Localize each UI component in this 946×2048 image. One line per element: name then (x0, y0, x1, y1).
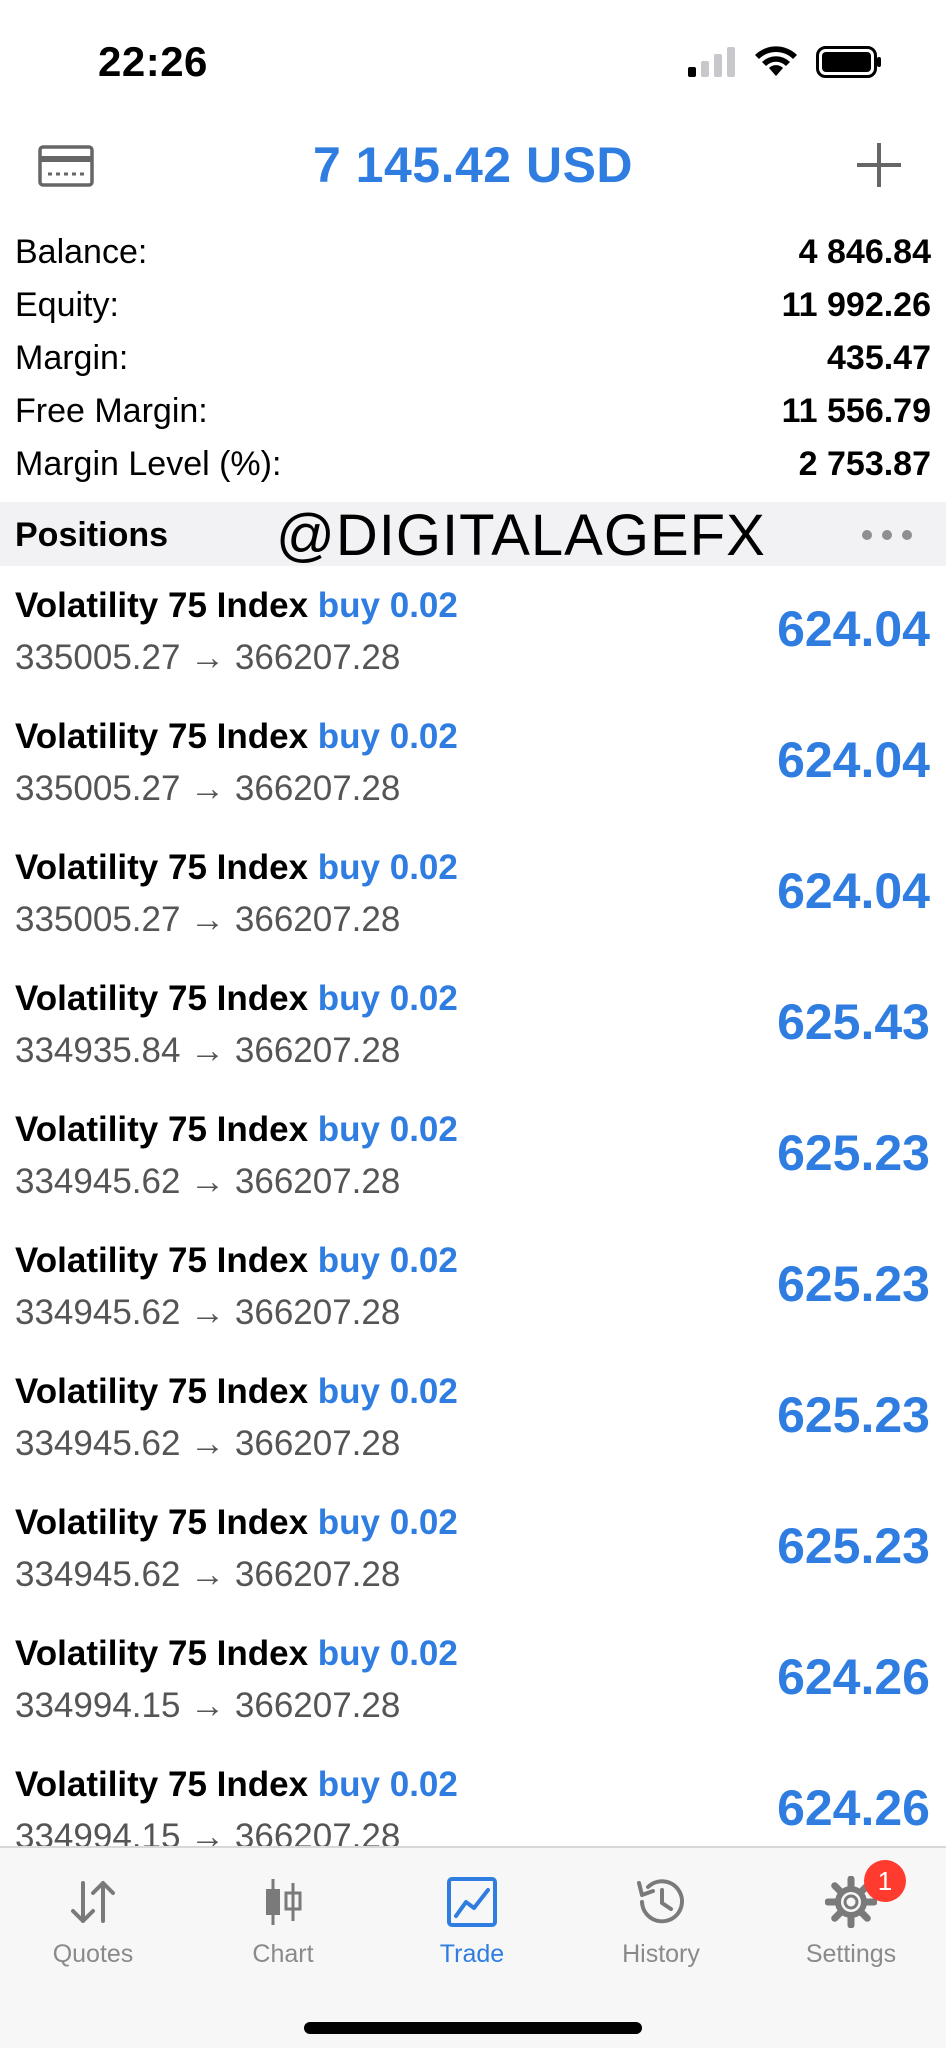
position-symbol: Volatility 75 Index (15, 1372, 309, 1411)
quotes-arrows-icon (71, 1881, 115, 1923)
tab-history[interactable]: History (586, 1872, 736, 1969)
floating-profit-title: 7 145.42 USD (312, 137, 634, 193)
position-prices: 335005.27 → 366207.28 (15, 769, 401, 808)
status-time: 22:26 (98, 38, 208, 85)
position-symbol: Volatility 75 Index (15, 717, 309, 756)
position-profit: 624.26 (777, 1649, 930, 1705)
balance-value: 4 846.84 (798, 233, 931, 271)
position-row[interactable]: Volatility 75 Index buy 0.02 335005.27 →… (0, 697, 946, 828)
position-prices: 334994.15 → 366207.28 (15, 1686, 401, 1725)
position-symbol: Volatility 75 Index (15, 1503, 309, 1542)
position-symbol: Volatility 75 Index (15, 1634, 309, 1673)
positions-label: Positions (15, 516, 169, 554)
margin-level-value: 2 753.87 (798, 445, 931, 483)
tab-history-label: History (622, 1940, 700, 1968)
balance-label: Balance: (15, 233, 148, 271)
balance-row: Balance: 4 846.84 (0, 226, 946, 279)
position-row[interactable]: Volatility 75 Index buy 0.02 334994.15 →… (0, 1745, 946, 1846)
wifi-icon (755, 46, 797, 76)
position-prices: 334935.84 → 366207.28 (15, 1031, 401, 1070)
position-side: buy 0.02 (317, 1372, 458, 1411)
candlestick-icon (266, 1879, 302, 1925)
notification-badge: 1 (864, 1860, 906, 1902)
margin-row: Margin: 435.47 (0, 332, 946, 385)
tab-chart-label: Chart (252, 1940, 314, 1968)
position-row[interactable]: Volatility 75 Index buy 0.02 334945.62 →… (0, 1090, 946, 1221)
tab-chart[interactable]: Chart (208, 1872, 358, 1969)
position-row[interactable]: Volatility 75 Index buy 0.02 335005.27 →… (0, 566, 946, 697)
bottom-tab-bar: Quotes Chart Trade History Settings 1 (0, 1846, 946, 2048)
position-side: buy 0.02 (317, 848, 458, 887)
position-prices: 334994.15 → 366207.28 (15, 1817, 401, 1846)
position-profit: 625.43 (777, 994, 930, 1050)
more-options-icon[interactable] (862, 530, 912, 540)
margin-label: Margin: (15, 339, 129, 377)
position-side: buy 0.02 (317, 1503, 458, 1542)
battery-icon (816, 46, 881, 78)
position-row[interactable]: Volatility 75 Index buy 0.02 334945.62 →… (0, 1352, 946, 1483)
tab-settings-label: Settings (805, 1940, 897, 1968)
position-symbol: Volatility 75 Index (15, 586, 309, 625)
position-side: buy 0.02 (317, 979, 458, 1018)
position-profit: 624.04 (777, 732, 930, 788)
positions-list: Volatility 75 Index buy 0.02 335005.27 →… (0, 566, 946, 1846)
position-profit: 625.23 (777, 1256, 930, 1312)
position-prices: 334945.62 → 366207.28 (15, 1293, 401, 1332)
position-row[interactable]: Volatility 75 Index buy 0.02 334945.62 →… (0, 1483, 946, 1614)
equity-label: Equity: (15, 286, 119, 324)
home-indicator (304, 2022, 642, 2034)
status-icons (686, 46, 882, 78)
equity-value: 11 992.26 (781, 286, 931, 324)
position-profit: 624.04 (777, 601, 930, 657)
position-side: buy 0.02 (317, 717, 458, 756)
position-profit: 624.26 (777, 1780, 930, 1836)
account-header: 7 145.42 USD (0, 128, 946, 208)
position-prices: 335005.27 → 366207.28 (15, 900, 401, 939)
margin-value: 435.47 (827, 339, 931, 377)
equity-row: Equity: 11 992.26 (0, 279, 946, 332)
free-margin-value: 11 556.79 (781, 392, 931, 430)
position-side: buy 0.02 (317, 586, 458, 625)
position-row[interactable]: Volatility 75 Index buy 0.02 334994.15 →… (0, 1614, 946, 1745)
trade-chart-icon (447, 1877, 497, 1927)
free-margin-row: Free Margin: 11 556.79 (0, 385, 946, 438)
position-side: buy 0.02 (317, 1110, 458, 1149)
position-prices: 334945.62 → 366207.28 (15, 1555, 401, 1594)
position-symbol: Volatility 75 Index (15, 1765, 309, 1804)
position-side: buy 0.02 (317, 1634, 458, 1673)
position-symbol: Volatility 75 Index (15, 979, 309, 1018)
position-profit: 625.23 (777, 1387, 930, 1443)
free-margin-label: Free Margin: (15, 392, 208, 430)
position-profit: 625.23 (777, 1518, 930, 1574)
position-side: buy 0.02 (317, 1241, 458, 1280)
watermark-text: @DIGITALAGEFX (276, 503, 766, 568)
tab-quotes[interactable]: Quotes (18, 1872, 168, 1969)
tab-settings[interactable]: Settings 1 (776, 1860, 926, 1969)
add-order-plus-icon[interactable] (854, 140, 904, 190)
tab-trade[interactable]: Trade (397, 1872, 547, 1969)
position-side: buy 0.02 (317, 1765, 458, 1804)
position-prices: 334945.62 → 366207.28 (15, 1162, 401, 1201)
position-profit: 625.23 (777, 1125, 930, 1181)
position-row[interactable]: Volatility 75 Index buy 0.02 335005.27 →… (0, 828, 946, 959)
history-clock-icon (637, 1879, 684, 1924)
position-row[interactable]: Volatility 75 Index buy 0.02 334945.62 →… (0, 1221, 946, 1352)
position-row[interactable]: Volatility 75 Index buy 0.02 334935.84 →… (0, 959, 946, 1090)
margin-level-label: Margin Level (%): (15, 445, 282, 483)
cellular-signal-icon (688, 47, 735, 77)
position-prices: 335005.27 → 366207.28 (15, 638, 401, 677)
position-prices: 334945.62 → 366207.28 (15, 1424, 401, 1463)
positions-section-header: Positions @DIGITALAGEFX (0, 502, 946, 568)
tab-trade-label: Trade (439, 1940, 505, 1968)
margin-level-row: Margin Level (%): 2 753.87 (0, 438, 946, 491)
position-symbol: Volatility 75 Index (15, 1110, 309, 1149)
position-symbol: Volatility 75 Index (15, 1241, 309, 1280)
position-symbol: Volatility 75 Index (15, 848, 309, 887)
tab-quotes-label: Quotes (52, 1940, 134, 1968)
account-summary: Balance: 4 846.84 Equity: 11 992.26 Marg… (0, 226, 946, 491)
position-profit: 624.04 (777, 863, 930, 919)
status-bar: 22:26 (0, 0, 946, 120)
